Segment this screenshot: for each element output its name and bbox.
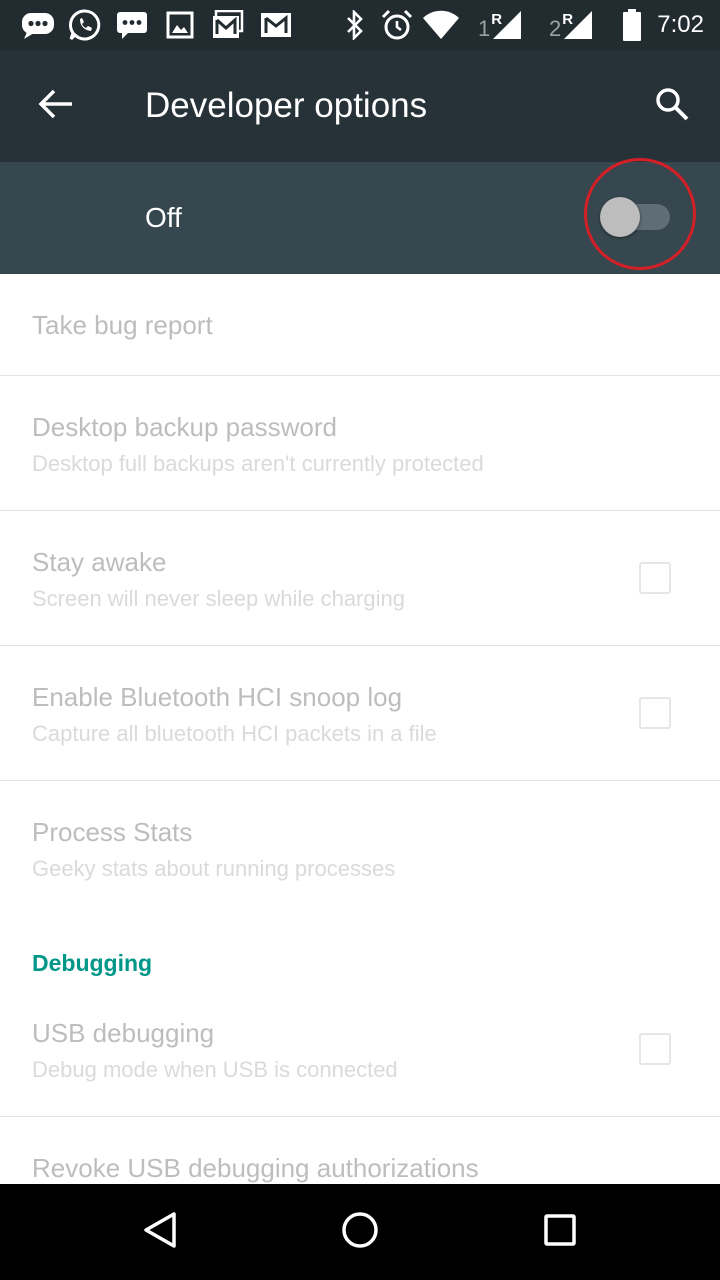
- back-triangle-icon: [140, 1210, 180, 1255]
- battery-icon: [618, 0, 646, 50]
- bluetooth-icon: [340, 0, 370, 50]
- setting-title: Process Stats: [32, 817, 193, 847]
- setting-summary: Screen will never sleep while charging: [32, 586, 405, 611]
- signal-icon: 2 R: [543, 0, 599, 50]
- page-title: Developer options: [145, 86, 428, 125]
- search-icon: [654, 86, 690, 127]
- search-button[interactable]: [638, 72, 706, 140]
- master-switch-label: Off: [145, 202, 182, 233]
- setting-stay-awake[interactable]: Stay awake Screen will never sleep while…: [0, 511, 720, 645]
- sim2-roaming: R: [562, 10, 574, 28]
- nav-home-button[interactable]: [312, 1184, 408, 1280]
- whatsapp-icon: [66, 0, 104, 50]
- setting-title: Stay awake: [32, 547, 167, 577]
- stay-awake-checkbox[interactable]: [639, 562, 671, 594]
- setting-title: Revoke USB debugging authorizations: [32, 1153, 479, 1183]
- sim1-roaming: R: [491, 10, 503, 28]
- home-circle-icon: [340, 1210, 380, 1255]
- setting-summary: Geeky stats about running processes: [32, 856, 396, 881]
- nav-back-button[interactable]: [112, 1184, 208, 1280]
- setting-title: Enable Bluetooth HCI snoop log: [32, 682, 403, 712]
- navigation-bar: [0, 1184, 720, 1280]
- developer-options-toggle[interactable]: [600, 197, 672, 237]
- gmail-icon: [210, 0, 246, 50]
- status-clock: 7:02: [657, 11, 704, 38]
- usb-debugging-checkbox[interactable]: [639, 1033, 671, 1065]
- alarm-icon: [378, 0, 416, 50]
- setting-bluetooth-hci-snoop-log[interactable]: Enable Bluetooth HCI snoop log Capture a…: [0, 646, 720, 780]
- wifi-icon: [420, 0, 462, 50]
- status-bar: 1 R 2 R 7:02: [0, 0, 720, 50]
- sim2-label: 2: [548, 16, 562, 41]
- bluetooth-hci-snoop-checkbox[interactable]: [639, 697, 671, 729]
- setting-take-bug-report[interactable]: Take bug report: [0, 274, 720, 375]
- arrow-back-icon: [38, 88, 74, 125]
- setting-desktop-backup-password[interactable]: Desktop backup password Desktop full bac…: [0, 376, 720, 510]
- sim1-label: 1: [477, 16, 491, 41]
- gallery-icon: [164, 0, 196, 50]
- setting-usb-debugging[interactable]: USB debugging Debug mode when USB is con…: [0, 982, 720, 1116]
- nav-recents-button[interactable]: [512, 1184, 608, 1280]
- toggle-thumb: [600, 197, 640, 237]
- setting-summary: Desktop full backups aren't currently pr…: [32, 451, 484, 476]
- setting-summary: Capture all bluetooth HCI packets in a f…: [32, 721, 437, 746]
- signal-icon: 1 R: [472, 0, 528, 50]
- chat-bubble-icon: [18, 0, 58, 50]
- setting-process-stats[interactable]: Process Stats Geeky stats about running …: [0, 781, 720, 915]
- recents-square-icon: [542, 1212, 578, 1253]
- setting-title: Take bug report: [32, 310, 213, 340]
- setting-title: USB debugging: [32, 1018, 215, 1048]
- gmail-icon: [258, 0, 294, 50]
- sms-icon: [114, 0, 150, 50]
- back-button[interactable]: [22, 72, 90, 140]
- app-bar: Developer options: [0, 50, 720, 162]
- section-header-debugging: Debugging: [32, 950, 153, 976]
- setting-summary: Debug mode when USB is connected: [32, 1057, 398, 1082]
- setting-title: Desktop backup password: [32, 412, 337, 442]
- setting-revoke-usb-authorizations[interactable]: Revoke USB debugging authorizations: [0, 1117, 720, 1184]
